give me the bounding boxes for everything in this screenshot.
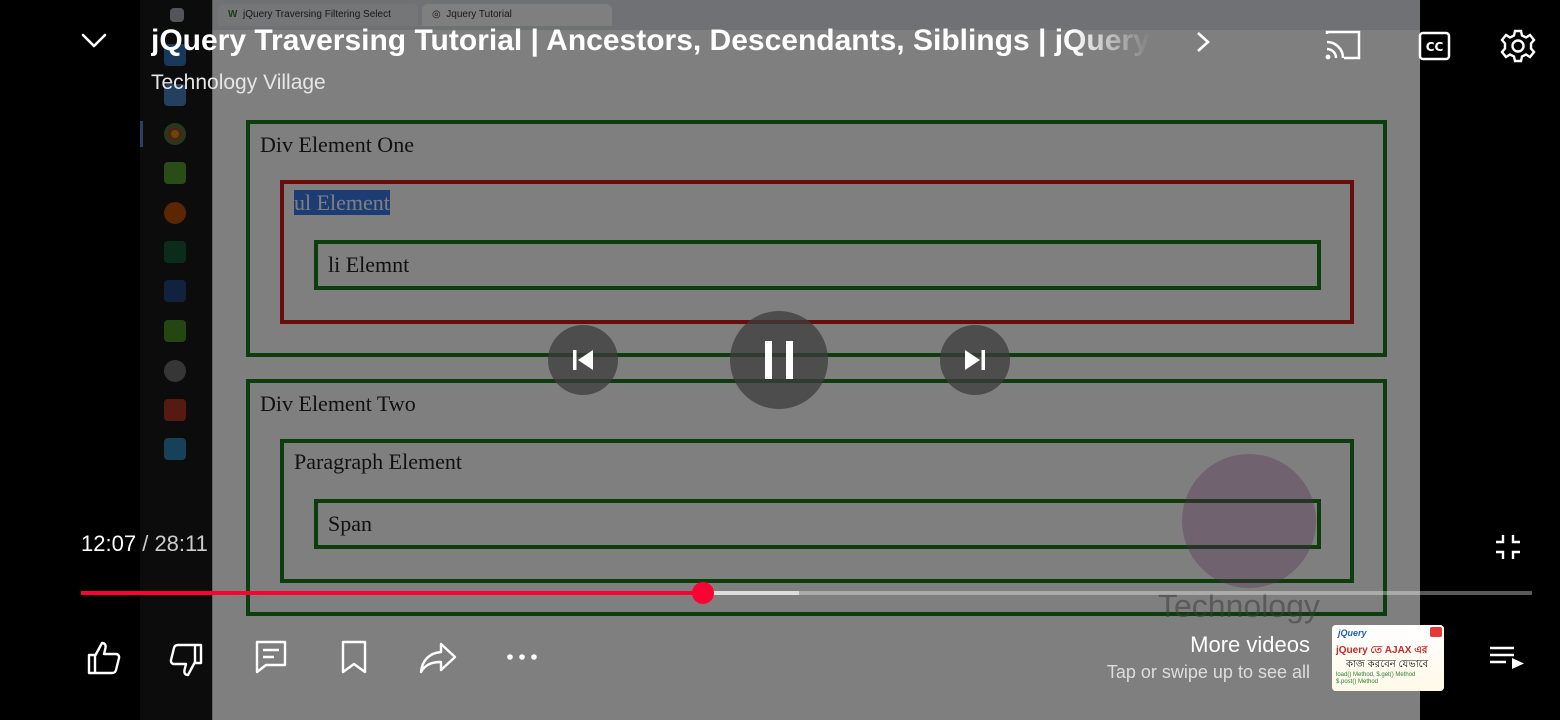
more-icon[interactable] <box>506 648 538 671</box>
cast-icon[interactable] <box>1324 28 1362 67</box>
settings-icon[interactable] <box>1500 28 1536 69</box>
pause-icon <box>765 341 793 379</box>
comments-icon[interactable] <box>254 639 288 680</box>
time-display: 12:07 / 28:11 <box>81 531 208 557</box>
thumb-badge <box>1430 627 1442 637</box>
video-edge-shade <box>140 0 213 720</box>
time-separator: / <box>142 531 149 556</box>
dislike-icon[interactable] <box>168 642 204 683</box>
thumb-methods: load() Method, $.get() Method $.post() M… <box>1336 672 1416 685</box>
pause-button[interactable] <box>730 311 828 409</box>
duration: 28:11 <box>154 531 208 556</box>
current-time: 12:07 <box>81 531 137 556</box>
share-icon[interactable] <box>419 641 457 680</box>
video-title: jQuery Traversing Tutorial | Ancestors, … <box>151 24 1150 57</box>
progress-played <box>81 591 704 595</box>
save-icon[interactable] <box>340 639 368 680</box>
exit-fullscreen-icon[interactable] <box>1494 533 1522 566</box>
channel-name[interactable]: Technology Village <box>151 71 326 95</box>
next-button[interactable] <box>940 325 1010 395</box>
next-icon <box>965 350 985 370</box>
like-icon[interactable] <box>86 640 122 681</box>
more-videos[interactable]: More videos Tap or swipe up to see all <box>1107 632 1310 683</box>
title-expand-chevron-icon[interactable] <box>1192 30 1214 59</box>
more-videos-title: More videos <box>1190 632 1310 657</box>
thumb-brand: jQuery <box>1338 628 1367 638</box>
next-video-thumbnail[interactable]: jQuery jQuery তে AJAX এর কাজ করবেন যেভাব… <box>1332 625 1444 691</box>
svg-text:CC: CC <box>1426 40 1444 54</box>
previous-button[interactable] <box>548 325 618 395</box>
previous-icon <box>573 350 593 370</box>
more-videos-subtitle: Tap or swipe up to see all <box>1106 662 1310 682</box>
chevron-down-icon[interactable] <box>80 26 108 59</box>
closed-captions-icon[interactable]: CC <box>1418 31 1451 66</box>
playlist-icon[interactable] <box>1488 645 1526 674</box>
